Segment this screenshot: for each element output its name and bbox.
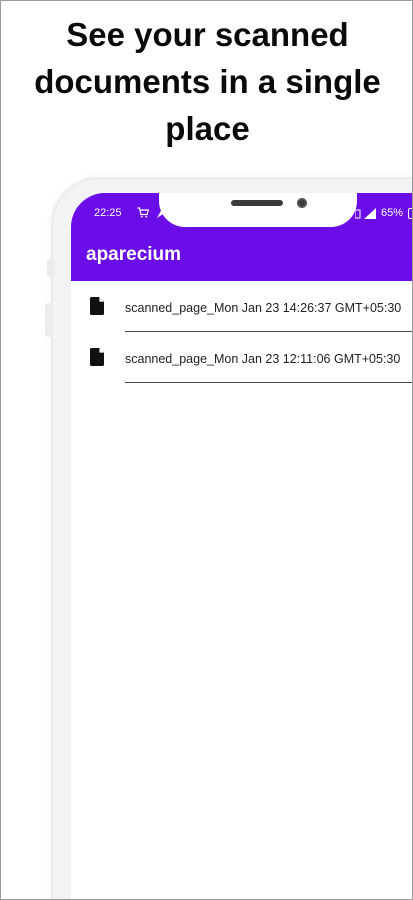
app-bar: 22:25 65% aparecium — [71, 193, 412, 281]
screenshot-frame: See your scanned documents in a single p… — [0, 0, 413, 900]
cart-icon — [137, 207, 149, 218]
battery-percentage: 65% — [381, 207, 404, 219]
front-camera — [297, 198, 307, 208]
document-list-item[interactable]: scanned_page_Mon Jan 23 12:11:06 GMT+05:… — [71, 332, 412, 383]
status-right-group: 65% — [355, 207, 412, 219]
battery-icon — [408, 207, 412, 219]
document-name: scanned_page_Mon Jan 23 14:26:37 GMT+05:… — [125, 301, 402, 315]
document-name: scanned_page_Mon Jan 23 12:11:06 GMT+05:… — [125, 352, 401, 366]
status-time: 22:25 — [94, 207, 122, 219]
file-icon — [90, 348, 104, 366]
phone-screen: 22:25 65% aparecium scanned_page_Mon Jan… — [71, 193, 412, 899]
navigation-icon — [157, 207, 163, 218]
signal-icon — [355, 207, 376, 219]
document-list: scanned_page_Mon Jan 23 14:26:37 GMT+05:… — [71, 281, 412, 383]
document-list-item[interactable]: scanned_page_Mon Jan 23 14:26:37 GMT+05:… — [71, 281, 412, 332]
list-divider — [125, 382, 412, 383]
promo-headline: See your scanned documents in a single p… — [34, 16, 381, 147]
phone-notch — [159, 193, 357, 227]
speaker-grille — [231, 200, 283, 206]
file-icon — [90, 297, 104, 315]
phone-side-button — [47, 259, 55, 277]
app-title: aparecium — [86, 244, 182, 265]
phone-side-button — [45, 303, 53, 337]
